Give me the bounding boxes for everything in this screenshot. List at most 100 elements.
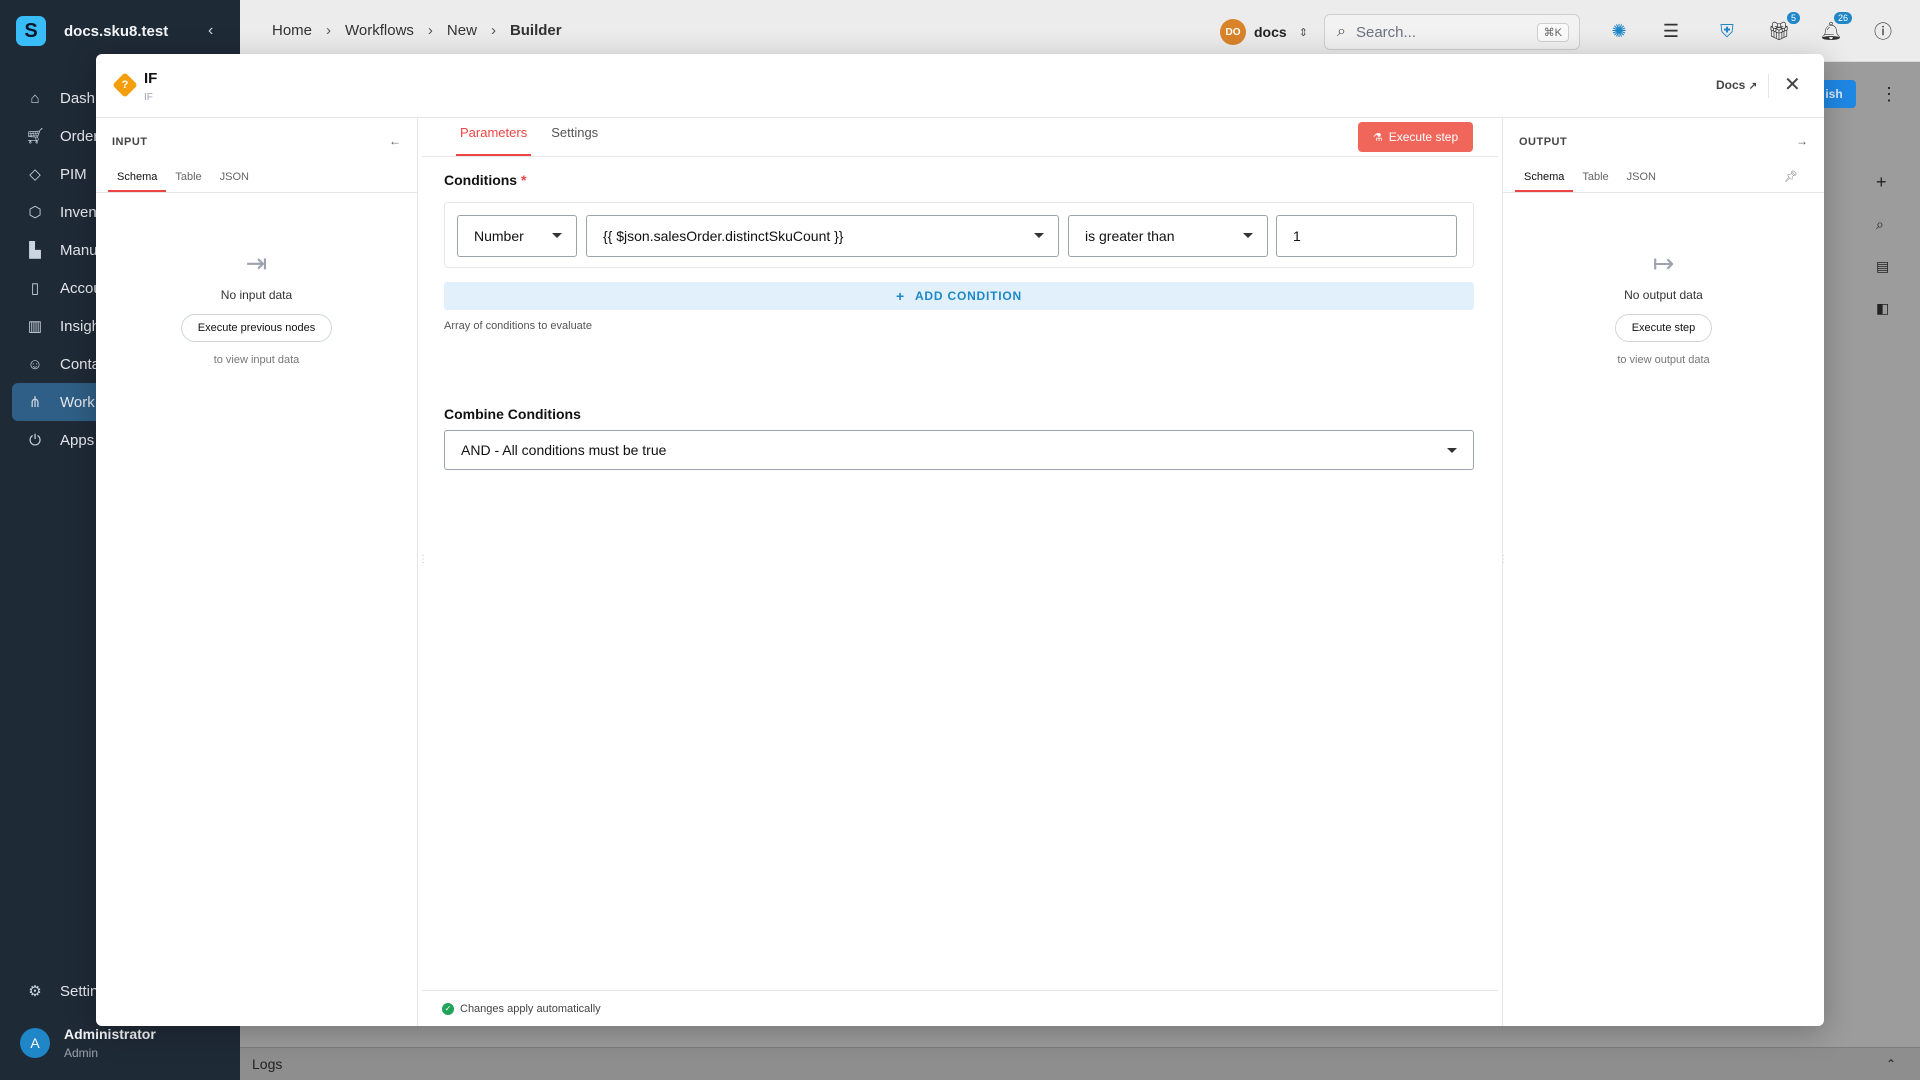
- notification-badge: 26: [1833, 12, 1852, 24]
- panel-toggle-icon[interactable]: ◧: [1876, 300, 1889, 317]
- tab-schema[interactable]: Schema: [1515, 164, 1574, 192]
- gear-icon: ⚙: [28, 983, 42, 1000]
- condition-value2-input[interactable]: 1: [1276, 215, 1457, 257]
- search-input[interactable]: ⌕ Search... ⌘K: [1324, 14, 1580, 50]
- canvas-search-icon[interactable]: ⌕: [1876, 216, 1884, 233]
- breadcrumb-separator-icon: ›: [326, 22, 332, 39]
- dropdown-arrow-icon: [1243, 233, 1253, 238]
- dropdown-arrow-icon: [1447, 448, 1457, 453]
- cart-icon: 🛒︎: [25, 128, 45, 145]
- more-options-icon[interactable]: ⋮: [1880, 84, 1898, 105]
- sidebar-item-label: PIM: [60, 165, 87, 183]
- arrow-left-icon[interactable]: ←: [389, 134, 401, 148]
- box-icon: ⬡: [28, 204, 42, 221]
- input-panel: INPUT ← Schema Table JSON ⇥ No input dat…: [96, 118, 418, 1026]
- sidebar-item-label: Apps: [60, 431, 95, 449]
- output-empty-state: ↦ No output data Execute step to view ou…: [1503, 248, 1824, 366]
- main-tabs: Parameters Settings: [456, 118, 618, 156]
- user-info: Administrator Admin: [64, 1026, 156, 1060]
- user-menu[interactable]: A Administrator Admin: [20, 1026, 156, 1060]
- document-icon[interactable]: ▤: [1876, 258, 1889, 275]
- user-role: Admin: [64, 1046, 99, 1060]
- condition-type-value: Number: [474, 228, 524, 244]
- sidebar-item-label: Invent: [60, 203, 101, 221]
- book-icon: ▯: [30, 280, 40, 297]
- arrow-to-right-icon: ⇥: [245, 248, 268, 278]
- breadcrumb-home[interactable]: Home: [272, 22, 312, 39]
- pin-icon[interactable]: 📌︎: [1784, 170, 1798, 183]
- gift-icon[interactable]: 🎁︎ 5: [1766, 12, 1800, 44]
- breadcrumb-workflows[interactable]: Workflows: [345, 22, 414, 39]
- docs-link[interactable]: Docs ↗: [1716, 78, 1757, 92]
- chevron-up-icon[interactable]: ⌃: [1886, 1057, 1896, 1071]
- combine-conditions-select[interactable]: AND - All conditions must be true: [444, 430, 1474, 470]
- conditions-label: Conditions *: [444, 172, 526, 188]
- condition-operation: is greater than: [1085, 228, 1175, 244]
- contacts-icon: ☺: [27, 355, 43, 373]
- search-icon: ⌕: [1337, 23, 1346, 40]
- bell-icon[interactable]: 🔔︎ 26: [1818, 12, 1852, 44]
- avatar: A: [20, 1028, 50, 1058]
- input-tabs: Schema Table JSON: [108, 164, 258, 192]
- brand-logo: S: [16, 16, 46, 46]
- arrow-from-left-icon: ↦: [1652, 248, 1675, 278]
- execute-step-button[interactable]: ⚗ Execute step: [1358, 122, 1473, 152]
- close-icon[interactable]: ✕: [1784, 72, 1801, 97]
- sidebar-item-label: Settin: [60, 982, 99, 1000]
- ai-sparkle-icon[interactable]: ✺: [1606, 18, 1632, 44]
- combine-value: AND - All conditions must be true: [461, 442, 667, 458]
- breadcrumb-builder: Builder: [509, 22, 562, 39]
- tab-table[interactable]: Table: [166, 164, 210, 192]
- modal-header: ? IF IF Docs ↗ ✕: [96, 54, 1824, 118]
- help-icon[interactable]: ⓘ: [1870, 18, 1896, 44]
- condition-operation-select[interactable]: is greater than: [1068, 215, 1268, 257]
- input-empty-state: ⇥ No input data Execute previous nodes t…: [96, 248, 417, 366]
- sidebar-item-label: Work: [60, 393, 95, 411]
- tab-parameters[interactable]: Parameters: [456, 118, 532, 156]
- shield-icon[interactable]: ⛨: [1714, 18, 1740, 44]
- collapse-sidebar-icon[interactable]: ‹: [208, 22, 213, 40]
- workspace-switcher[interactable]: DO docs ⇕: [1220, 19, 1308, 45]
- output-heading: OUTPUT: [1519, 136, 1568, 148]
- logs-bar[interactable]: Logs ⌃: [240, 1047, 1920, 1080]
- condition-value1-select[interactable]: {{ $json.salesOrder.distinctSkuCount }}: [586, 215, 1059, 257]
- arrow-right-icon[interactable]: →: [1796, 134, 1808, 148]
- modal-subtitle: IF: [144, 92, 153, 103]
- execute-step-secondary-button[interactable]: Execute step: [1614, 314, 1713, 342]
- tab-settings[interactable]: Settings: [547, 118, 602, 156]
- home-icon: ⌂: [30, 89, 40, 107]
- output-tabs: Schema Table JSON: [1515, 164, 1665, 192]
- external-link-icon: ↗: [1748, 81, 1758, 92]
- resize-handle-left[interactable]: ⋮: [418, 554, 428, 565]
- tab-json[interactable]: JSON: [211, 164, 258, 192]
- condition-value1: {{ $json.salesOrder.distinctSkuCount }}: [603, 228, 844, 244]
- tasks-icon[interactable]: ☰: [1658, 18, 1684, 44]
- brand[interactable]: S docs.sku8.test: [16, 14, 168, 48]
- empty-text: No input data: [220, 288, 293, 302]
- search-placeholder: Search...: [1355, 23, 1416, 41]
- add-condition-button[interactable]: + ADD CONDITION: [444, 282, 1474, 310]
- empty-hint: to view output data: [1617, 354, 1710, 366]
- tab-json[interactable]: JSON: [1618, 164, 1665, 192]
- factory-icon: ▙: [29, 242, 41, 259]
- combine-conditions-label: Combine Conditions: [444, 406, 581, 422]
- conditions-label-text: Conditions: [444, 172, 518, 188]
- dropdown-arrow-icon: [552, 233, 562, 238]
- tab-table[interactable]: Table: [1573, 164, 1617, 192]
- output-panel: OUTPUT → Schema Table JSON 📌︎ ↦ No outpu…: [1502, 118, 1824, 1026]
- breadcrumb-separator-icon: ›: [427, 22, 433, 39]
- breadcrumb-new[interactable]: New: [447, 22, 477, 39]
- flask-icon: ⚗: [1372, 131, 1383, 144]
- tab-schema[interactable]: Schema: [108, 164, 167, 192]
- gift-badge: 5: [1786, 12, 1800, 24]
- execute-step-label: Execute step: [1388, 130, 1459, 144]
- execute-previous-nodes-button[interactable]: Execute previous nodes: [180, 314, 333, 342]
- tab-divider: [1503, 192, 1824, 193]
- condition-type-select[interactable]: Number: [457, 215, 577, 257]
- condition-value2: 1: [1293, 228, 1301, 244]
- sidebar-item-label: Conta: [60, 355, 101, 373]
- user-name: Administrator: [64, 1026, 156, 1042]
- empty-text: No output data: [1624, 288, 1703, 302]
- conditions-helper-text: Array of conditions to evaluate: [444, 320, 592, 332]
- zoom-in-icon[interactable]: +: [1876, 172, 1887, 193]
